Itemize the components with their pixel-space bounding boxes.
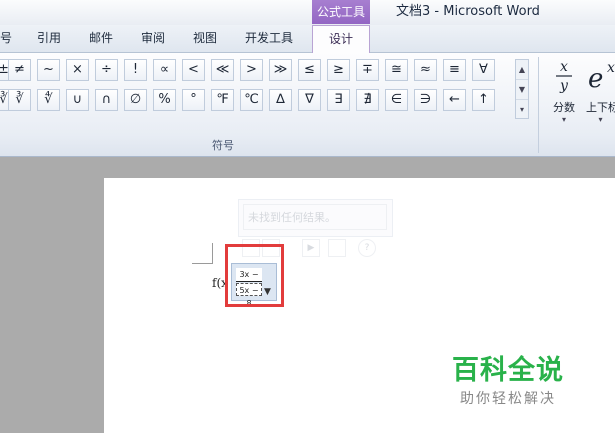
title-bar: 公式工具 文档3 - Microsoft Word [0, 0, 615, 25]
symbol-button[interactable]: ≠ [8, 59, 31, 81]
symbol-button[interactable]: ∇ [298, 89, 321, 111]
faded-search-popup: 未找到任何结果。 [238, 199, 393, 237]
symbol-button[interactable]: × [66, 59, 89, 81]
symbol-button[interactable]: ∆ [269, 89, 292, 111]
script-label: 上下标 [586, 101, 615, 114]
symbol-button[interactable]: ≅ [385, 59, 408, 81]
symbols-gallery-scroll[interactable]: ▲ ▼ ▾ [515, 59, 529, 119]
script-button[interactable]: e x 上下标 ▾ [586, 57, 615, 127]
tab-view[interactable]: 视图 [193, 25, 217, 52]
symbol-button[interactable]: ÷ [95, 59, 118, 81]
tab-references-partial[interactable]: 号 [0, 25, 12, 52]
svg-text:x: x [560, 59, 568, 75]
faded-search-box: 未找到任何结果。 [243, 204, 387, 230]
symbol-button[interactable]: ℉ [211, 89, 234, 111]
faded-button-icon [328, 239, 346, 257]
tab-review[interactable]: 审阅 [141, 25, 165, 52]
group-separator [538, 57, 539, 153]
window-title: 文档3 - Microsoft Word [396, 4, 540, 19]
symbol-button[interactable]: ∈ [385, 89, 408, 111]
tab-mailings[interactable]: 邮件 [89, 25, 113, 52]
symbol-button[interactable]: ∄ [356, 89, 379, 111]
fraction-label: 分数 [553, 101, 575, 114]
fraction-button[interactable]: x y 分数 ▾ [545, 57, 583, 127]
gallery-more-icon[interactable]: ▾ [516, 100, 528, 119]
symbol-button[interactable]: ∝ [153, 59, 176, 81]
chevron-down-icon: ▾ [561, 115, 566, 124]
watermark: 百科全说 助你轻松解决 [452, 348, 564, 408]
symbol-button[interactable]: ° [182, 89, 205, 111]
scroll-down-icon[interactable]: ▼ [516, 80, 528, 100]
faded-help-icon: ? [358, 239, 376, 257]
svg-text:e: e [588, 64, 603, 94]
tab-design[interactable]: 设计 [312, 25, 370, 54]
symbol-button[interactable]: ! [124, 59, 147, 81]
symbol-button[interactable]: ~ [37, 59, 60, 81]
symbol-button[interactable]: ∀ [472, 59, 495, 81]
svg-text:y: y [559, 78, 569, 94]
tab-developer[interactable]: 开发工具 [245, 25, 293, 52]
symbol-button[interactable]: ≥ [327, 59, 350, 81]
ribbon-panel: ± ≠ ~ × ÷ ! ∝ < ≪ > ≫ ≤ ≥ ∓ ≅ ≈ ≡ ∀ ∛ ∛ … [0, 53, 615, 157]
scroll-up-icon[interactable]: ▲ [516, 60, 528, 80]
symbols-group-label: 符号 [212, 139, 234, 152]
symbol-button[interactable]: ∜ [37, 89, 60, 111]
symbol-button[interactable]: > [240, 59, 263, 81]
symbol-button[interactable]: ∛ [8, 89, 31, 111]
symbol-button[interactable]: ∪ [66, 89, 89, 111]
margin-crop-mark [192, 243, 213, 264]
symbol-button[interactable]: ↑ [472, 89, 495, 111]
script-icon: e x [588, 60, 615, 94]
symbol-button[interactable]: ≪ [211, 59, 234, 81]
symbol-button[interactable]: ← [443, 89, 466, 111]
tab-references[interactable]: 引用 [37, 25, 61, 52]
symbol-button[interactable]: < [182, 59, 205, 81]
symbol-button[interactable]: ∃ [327, 89, 350, 111]
faded-play-icon: ▶ [302, 239, 320, 257]
highlight-box [225, 244, 284, 307]
symbol-button[interactable]: % [153, 89, 176, 111]
symbol-button[interactable]: ∩ [95, 89, 118, 111]
symbol-button[interactable]: ≡ [443, 59, 466, 81]
symbol-button[interactable]: ≫ [269, 59, 292, 81]
symbol-button[interactable]: ≤ [298, 59, 321, 81]
symbol-button[interactable]: ≈ [414, 59, 437, 81]
symbols-gallery: ± ≠ ~ × ÷ ! ∝ < ≪ > ≫ ≤ ≥ ∓ ≅ ≈ ≡ ∀ ∛ ∛ … [0, 59, 540, 119]
watermark-title: 百科全说 [452, 355, 564, 386]
fraction-icon: x y [556, 59, 572, 94]
equation-tools-context-tab[interactable]: 公式工具 [312, 0, 370, 24]
svg-text:x: x [607, 60, 615, 76]
symbol-button[interactable]: ∓ [356, 59, 379, 81]
ribbon-tab-bar: 号 引用 邮件 审阅 视图 开发工具 设计 [0, 25, 615, 54]
symbol-button[interactable]: ∅ [124, 89, 147, 111]
symbol-button[interactable]: ℃ [240, 89, 263, 111]
watermark-subtitle: 助你轻松解决 [460, 391, 556, 407]
symbol-button[interactable]: ∋ [414, 89, 437, 111]
chevron-down-icon: ▾ [598, 115, 603, 124]
